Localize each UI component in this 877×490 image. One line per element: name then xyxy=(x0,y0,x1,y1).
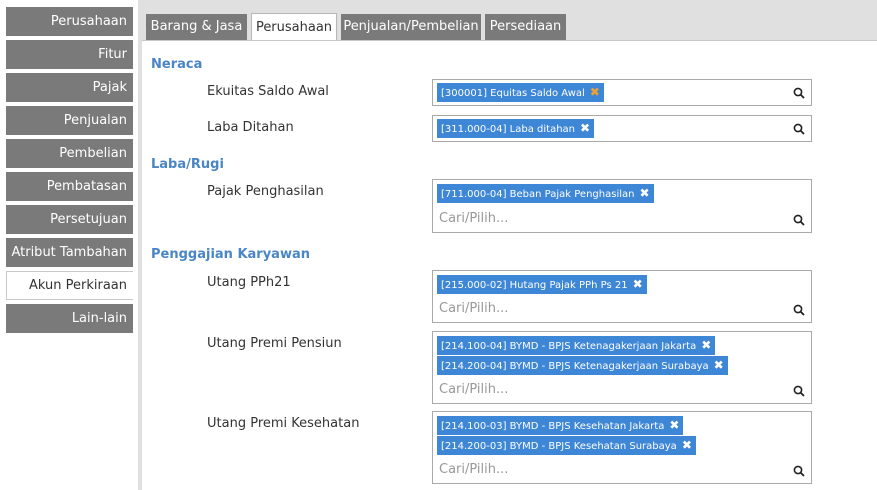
close-icon[interactable]: ✖ xyxy=(633,275,643,294)
label-utang-premi-pensiun: Utang Premi Pensiun xyxy=(207,336,342,351)
search-icon[interactable] xyxy=(793,214,805,226)
label-laba-ditahan: Laba Ditahan xyxy=(207,120,294,135)
utang-premi-pensiun-select[interactable]: [214.100-04] BYMD - BPJS Ketenagakerjaan… xyxy=(432,331,812,404)
close-icon[interactable]: ✖ xyxy=(714,356,724,375)
chip-label: [311.000-04] Laba ditahan xyxy=(441,124,575,135)
selected-account-chip: [214.100-04] BYMD - BPJS Ketenagakerjaan… xyxy=(437,336,716,355)
ekuitas-saldo-awal-select[interactable]: [300001] Equitas Saldo Awal ✖ xyxy=(432,79,812,106)
label-pajak-penghasilan: Pajak Penghasilan xyxy=(207,184,324,199)
close-icon[interactable]: ✖ xyxy=(580,119,590,138)
sidebar-item-pembatasan[interactable]: Pembatasan xyxy=(6,172,133,201)
close-icon[interactable]: ✖ xyxy=(701,336,711,355)
close-icon[interactable]: ✖ xyxy=(669,416,679,435)
tab-persediaan[interactable]: Persediaan xyxy=(485,14,566,40)
selected-account-chip: [300001] Equitas Saldo Awal ✖ xyxy=(437,83,604,102)
label-utang-pph21: Utang PPh21 xyxy=(207,275,291,290)
chip-label: [214.200-03] BYMD - BPJS Kesehatan Surab… xyxy=(441,441,677,452)
pajak-penghasilan-select[interactable]: [711.000-04] Beban Pajak Penghasilan ✖ Ca… xyxy=(432,179,812,233)
utang-premi-kesehatan-select[interactable]: [214.100-03] BYMD - BPJS Kesehatan Jakar… xyxy=(432,411,812,484)
search-input-placeholder[interactable]: Cari/Pilih... xyxy=(439,211,508,226)
utang-pph21-select[interactable]: [215.000-02] Hutang Pajak PPh Ps 21 ✖ Car… xyxy=(432,270,812,323)
tab-penjualan-pembelian[interactable]: Penjualan/Pembelian xyxy=(341,14,481,40)
selected-account-chip: [214.100-03] BYMD - BPJS Kesehatan Jakar… xyxy=(437,416,684,435)
section-title-neraca: Neraca xyxy=(151,57,203,72)
search-icon[interactable] xyxy=(793,465,805,477)
search-icon[interactable] xyxy=(793,304,805,316)
sidebar-item-persetujuan[interactable]: Persetujuan xyxy=(6,205,133,234)
sidebar-item-pajak[interactable]: Pajak xyxy=(6,73,133,102)
selected-account-chip: [215.000-02] Hutang Pajak PPh Ps 21 ✖ xyxy=(437,275,647,294)
sidebar: Perusahaan Fitur Pajak Penjualan Pembeli… xyxy=(0,0,138,490)
selected-account-chip: [311.000-04] Laba ditahan ✖ xyxy=(437,119,595,138)
tab-content: Neraca Ekuitas Saldo Awal [300001] Equit… xyxy=(142,40,877,490)
laba-ditahan-select[interactable]: [311.000-04] Laba ditahan ✖ xyxy=(432,115,812,142)
sidebar-item-penjualan[interactable]: Penjualan xyxy=(6,106,133,135)
selected-account-chip: [214.200-04] BYMD - BPJS Ketenagakerjaan… xyxy=(437,356,728,375)
chip-label: [711.000-04] Beban Pajak Penghasilan xyxy=(441,189,635,200)
sidebar-item-akun-perkiraan[interactable]: Akun Perkiraan xyxy=(6,271,133,300)
section-title-penggajian-karyawan: Penggajian Karyawan xyxy=(151,247,310,262)
sidebar-item-atribut-tambahan[interactable]: Atribut Tambahan xyxy=(6,238,133,267)
selected-account-chip: [214.200-03] BYMD - BPJS Kesehatan Surab… xyxy=(437,436,696,455)
tab-perusahaan[interactable]: Perusahaan xyxy=(251,13,337,41)
sidebar-item-lain-lain[interactable]: Lain-lain xyxy=(6,304,133,333)
label-utang-premi-kesehatan: Utang Premi Kesehatan xyxy=(207,416,360,431)
chip-label: [215.000-02] Hutang Pajak PPh Ps 21 xyxy=(441,280,628,291)
selected-account-chip: [711.000-04] Beban Pajak Penghasilan ✖ xyxy=(437,184,654,203)
chip-label: [300001] Equitas Saldo Awal xyxy=(441,88,585,99)
search-icon[interactable] xyxy=(793,385,805,397)
main-panel: Barang & Jasa Perusahaan Penjualan/Pembe… xyxy=(138,0,877,490)
close-icon[interactable]: ✖ xyxy=(639,184,649,203)
search-icon[interactable] xyxy=(793,123,805,135)
chip-label: [214.200-04] BYMD - BPJS Ketenagakerjaan… xyxy=(441,361,709,372)
section-title-laba-rugi: Laba/Rugi xyxy=(151,157,224,172)
chip-label: [214.100-04] BYMD - BPJS Ketenagakerjaan… xyxy=(441,341,697,352)
tab-bar: Barang & Jasa Perusahaan Penjualan/Pembe… xyxy=(138,0,877,41)
search-input-placeholder[interactable]: Cari/Pilih... xyxy=(439,382,508,397)
search-input-placeholder[interactable]: Cari/Pilih... xyxy=(439,462,508,477)
label-ekuitas-saldo-awal: Ekuitas Saldo Awal xyxy=(207,84,329,99)
sidebar-item-fitur[interactable]: Fitur xyxy=(6,40,133,69)
chip-label: [214.100-03] BYMD - BPJS Kesehatan Jakar… xyxy=(441,421,665,432)
close-icon[interactable]: ✖ xyxy=(682,436,692,455)
close-icon[interactable]: ✖ xyxy=(590,83,600,102)
sidebar-item-pembelian[interactable]: Pembelian xyxy=(6,139,133,168)
tab-barang-jasa[interactable]: Barang & Jasa xyxy=(146,14,247,40)
search-input-placeholder[interactable]: Cari/Pilih... xyxy=(439,301,508,316)
sidebar-item-perusahaan[interactable]: Perusahaan xyxy=(6,7,133,36)
search-icon[interactable] xyxy=(793,87,805,99)
